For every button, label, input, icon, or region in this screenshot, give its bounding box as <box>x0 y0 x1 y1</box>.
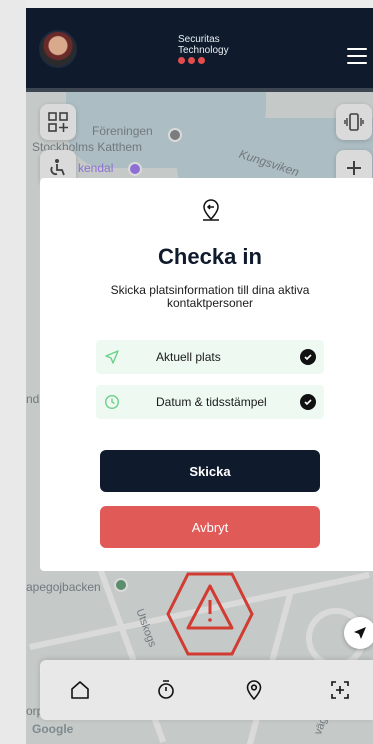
info-row-label: Datum & tidsstämpel <box>156 395 267 409</box>
brand-line-2: Technology <box>178 45 229 56</box>
timer-icon <box>158 680 174 699</box>
left-strip <box>0 0 26 744</box>
nav-timer-button[interactable] <box>150 674 182 706</box>
cancel-button[interactable]: Avbryt <box>100 506 320 548</box>
alarm-warning-icon[interactable] <box>166 572 254 656</box>
info-row-location: Aktuell plats <box>96 340 324 374</box>
brand-dots <box>178 57 205 64</box>
info-row-timestamp: Datum & tidsstämpel <box>96 385 324 419</box>
bottom-navigation <box>40 660 373 720</box>
checkin-location-icon <box>203 199 219 221</box>
location-arrow-icon <box>105 350 119 364</box>
menu-icon[interactable] <box>347 48 367 64</box>
navigation-arrow-icon <box>354 627 366 639</box>
info-row-label: Aktuell plats <box>156 350 221 364</box>
send-button[interactable]: Skicka <box>100 450 320 492</box>
check-icon <box>300 394 316 410</box>
nav-home-button[interactable] <box>64 674 96 706</box>
brand-line-1: Securitas <box>178 34 220 45</box>
check-icon <box>300 349 316 365</box>
nav-checkin-button[interactable] <box>324 674 356 706</box>
locate-me-button[interactable] <box>344 617 373 649</box>
brand-logo: Securitas Technology <box>178 34 229 56</box>
scan-plus-icon <box>331 681 349 699</box>
home-icon <box>71 681 89 699</box>
app-header: Securitas Technology <box>26 8 373 92</box>
dialog-title: Checka in <box>158 244 262 269</box>
checkin-dialog: Checka in Skicka platsinformation till d… <box>40 178 373 571</box>
nav-location-button[interactable] <box>238 674 270 706</box>
google-attribution: Google <box>32 722 74 736</box>
avatar[interactable] <box>39 30 77 68</box>
dialog-description: Skicka platsinformation till dina aktiva… <box>110 283 310 310</box>
location-pin-icon <box>246 680 262 701</box>
clock-icon <box>104 394 120 410</box>
